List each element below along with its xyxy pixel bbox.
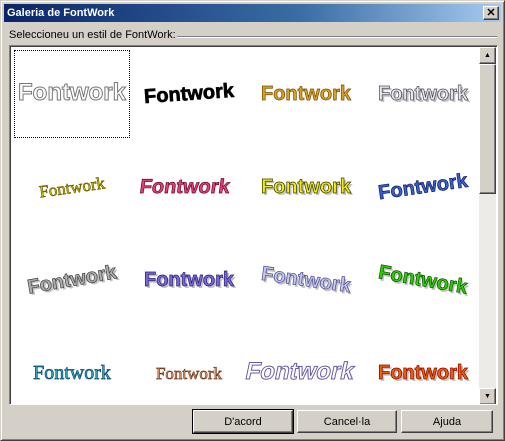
- fontwork-style-6[interactable]: Fontwork: [131, 143, 247, 231]
- fontwork-text: Fontwork: [378, 362, 469, 384]
- fontwork-text: Fontwork: [33, 362, 111, 384]
- fontwork-preview: Fontwork: [377, 169, 471, 204]
- fontwork-style-14[interactable]: Fontwork: [131, 329, 247, 404]
- scroll-down-button[interactable]: ▼: [479, 388, 496, 404]
- fontwork-preview: FontworkFontwork: [25, 261, 121, 300]
- fontwork-preview: FontworkFontwork: [144, 269, 237, 293]
- fontwork-preview: FontworkFontwork: [260, 262, 355, 299]
- fontwork-style-9[interactable]: Fontwork Fontwork: [14, 236, 130, 324]
- fontwork-preview: Fontwork: [156, 364, 223, 384]
- cancel-button[interactable]: Cancel·la: [297, 410, 397, 433]
- fontwork-preview: Fontwork: [261, 83, 353, 106]
- help-button[interactable]: Ajuda: [401, 410, 493, 433]
- chevron-up-icon: ▲: [484, 52, 491, 59]
- fontwork-gallery-dialog: Galeria de FontWork ✕ Seleccioneu un est…: [0, 0, 505, 441]
- fontwork-style-3[interactable]: Fontwork: [248, 50, 364, 138]
- scroll-up-button[interactable]: ▲: [479, 47, 496, 64]
- fontwork-preview: Fontwork: [143, 79, 236, 108]
- fontwork-style-15[interactable]: Fontwork: [243, 329, 364, 404]
- fontwork-style-8[interactable]: Fontwork: [365, 143, 481, 231]
- fontwork-text: Fontwork: [243, 358, 357, 385]
- fontwork-text: Fontwork: [18, 79, 127, 106]
- fontwork-text: Fontwork: [261, 83, 352, 105]
- chevron-down-icon: ▼: [484, 393, 491, 400]
- fontwork-text: Fontwork: [377, 170, 470, 204]
- fontwork-style-10[interactable]: Fontwork Fontwork: [131, 236, 247, 324]
- group-separator: [177, 36, 497, 38]
- fontwork-text: Fontwork: [378, 83, 469, 105]
- fontwork-style-12[interactable]: Fontwork Fontwork: [365, 236, 481, 324]
- fontwork-text: Fontwork: [38, 173, 107, 201]
- close-button[interactable]: ✕: [483, 6, 499, 20]
- fontwork-preview: FontworkFontwork: [376, 261, 471, 301]
- fontwork-style-16[interactable]: Fontwork Fontwork: [365, 329, 481, 404]
- gallery-scrollbar[interactable]: ▲ ▼: [479, 47, 496, 404]
- fontwork-text: Fontwork: [261, 176, 352, 198]
- fontwork-text: Fontwork: [144, 269, 235, 291]
- fontwork-preview: FontworkFontwork: [261, 176, 354, 200]
- fontwork-preview: Fontwork: [138, 176, 233, 199]
- fontwork-style-5[interactable]: Fontwork: [14, 143, 130, 231]
- fontwork-style-7[interactable]: Fontwork Fontwork: [248, 143, 364, 231]
- fontwork-text: Fontwork: [138, 176, 232, 198]
- scroll-thumb[interactable]: [479, 64, 496, 194]
- fontwork-preview: Fontwork: [38, 173, 107, 202]
- fontwork-text: Fontwork: [156, 364, 223, 383]
- fontwork-preview: FontworkFontwork: [378, 83, 471, 107]
- fontwork-style-4[interactable]: Fontwork Fontwork: [365, 50, 481, 138]
- fontwork-preview: Fontwork: [33, 362, 111, 385]
- fontwork-preview: Fontwork: [18, 79, 128, 107]
- fontwork-preview: Fontwork: [243, 358, 358, 386]
- fontwork-preview: FontworkFontwork: [378, 362, 471, 386]
- ok-button[interactable]: D'acord: [192, 409, 294, 434]
- gallery-group-label: Seleccioneu un estil de FontWork:: [9, 29, 176, 41]
- fontwork-style-13[interactable]: Fontwork: [14, 329, 130, 404]
- fontwork-style-2[interactable]: Fontwork: [131, 50, 247, 138]
- fontwork-grid: Fontwork Fontwork Fontwork Fontwork Fontwork…: [12, 48, 481, 404]
- window-title: Galeria de FontWork: [7, 7, 115, 19]
- fontwork-text: Fontwork: [143, 80, 235, 108]
- fontwork-style-1[interactable]: Fontwork: [14, 50, 130, 138]
- title-bar: Galeria de FontWork ✕: [4, 4, 501, 22]
- fontwork-gallery[interactable]: Fontwork Fontwork Fontwork Fontwork Fontwork…: [9, 45, 498, 405]
- fontwork-style-11[interactable]: Fontwork Fontwork: [248, 236, 364, 324]
